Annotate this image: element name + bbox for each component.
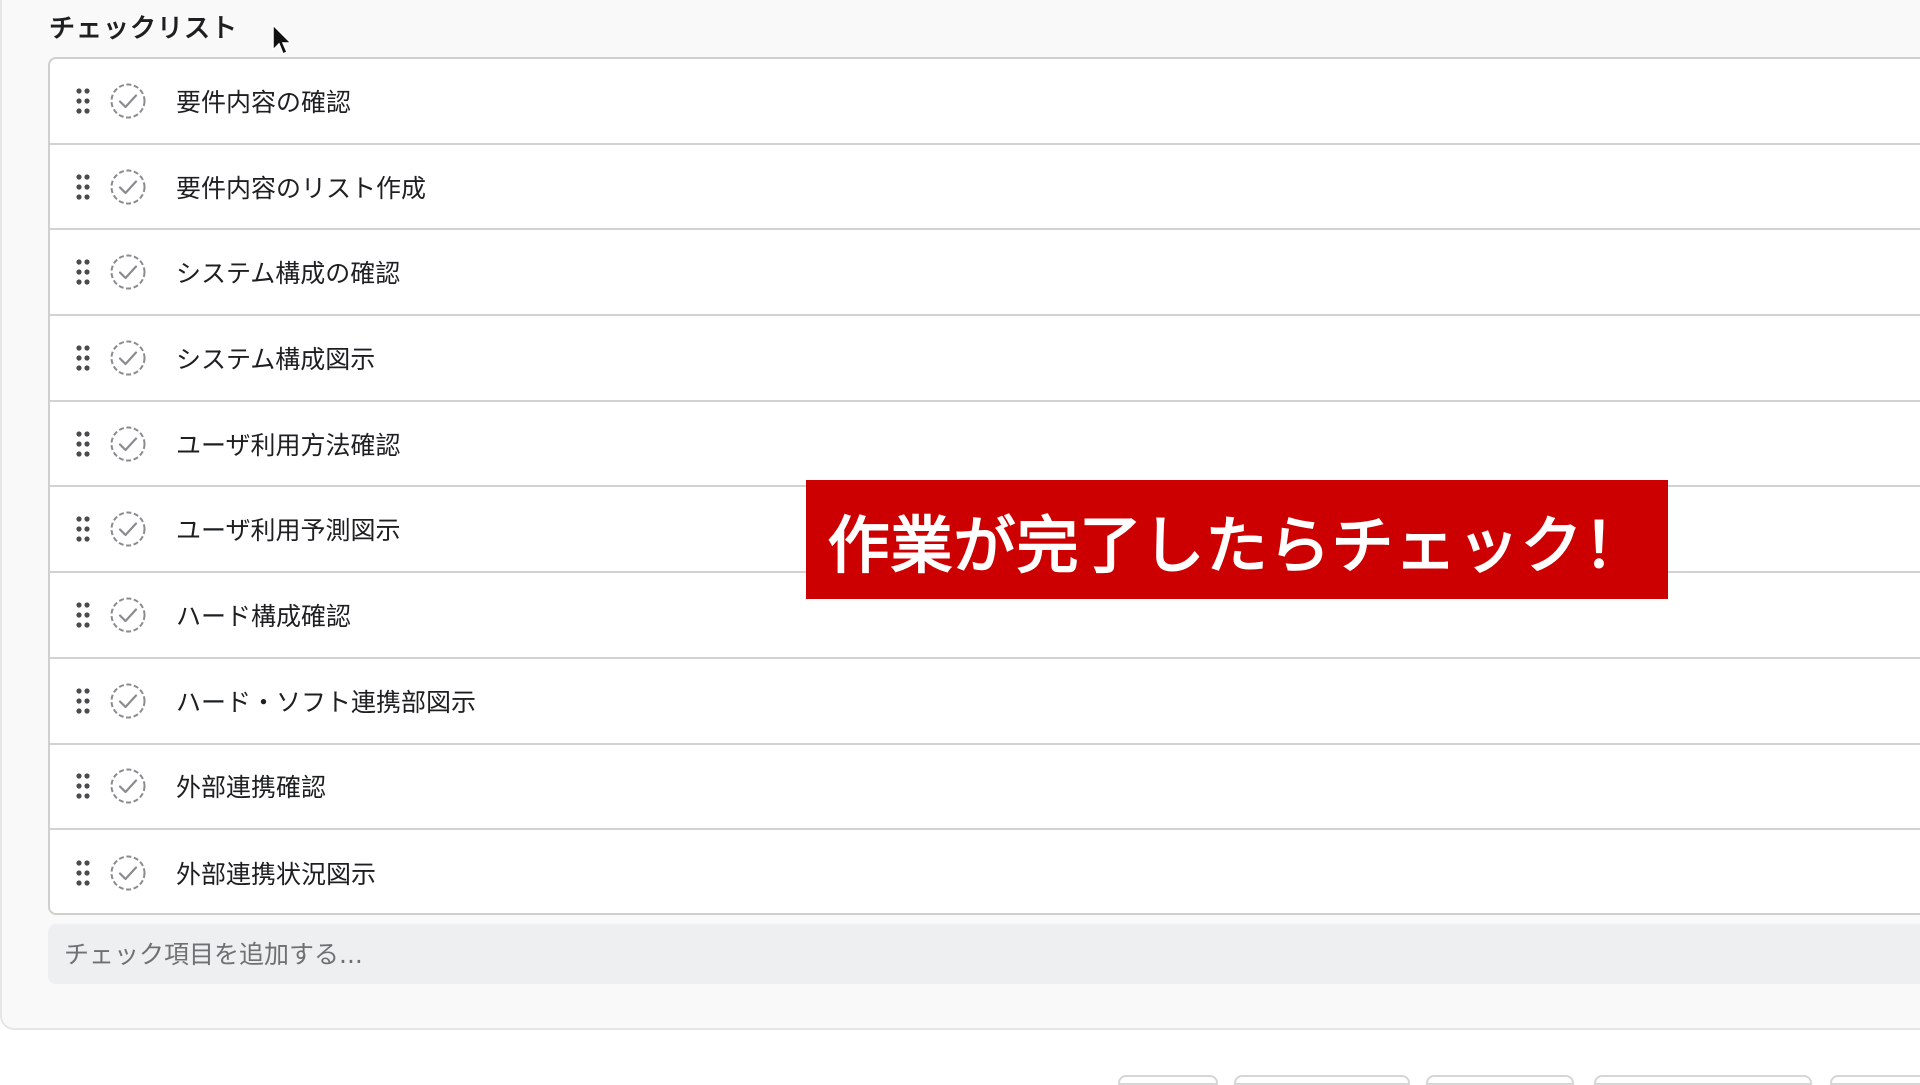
checklist-item-label: 外部連携状況図示	[176, 860, 377, 890]
check-circle-icon[interactable]	[109, 253, 147, 291]
checklist-item[interactable]: 要件内容の確認	[50, 59, 1920, 145]
drag-handle-icon[interactable]	[75, 430, 91, 457]
checklist-item-label: 外部連携確認	[176, 773, 327, 803]
checklist-item[interactable]: システム構成図示	[50, 316, 1920, 402]
checklist-item-label: 要件内容のリスト作成	[176, 173, 427, 203]
check-circle-icon[interactable]	[109, 854, 147, 892]
checklist-title: チェックリスト	[49, 14, 239, 44]
checklist-item-label: システム構成の確認	[176, 259, 401, 289]
checklist-item[interactable]: 外部連携状況図示	[50, 830, 1920, 916]
drag-handle-icon[interactable]	[75, 860, 91, 886]
check-circle-icon[interactable]	[109, 425, 147, 463]
drag-handle-icon[interactable]	[75, 516, 91, 542]
bottom-button[interactable]	[1118, 1075, 1218, 1085]
check-circle-icon[interactable]	[109, 82, 147, 120]
check-circle-icon[interactable]	[109, 596, 147, 634]
drag-handle-icon[interactable]	[75, 259, 91, 285]
check-circle-icon[interactable]	[109, 767, 147, 805]
bottom-button-row	[0, 1075, 1920, 1085]
bottom-button[interactable]	[1830, 1075, 1920, 1085]
check-circle-icon[interactable]	[109, 168, 147, 206]
check-circle-icon[interactable]	[109, 510, 147, 548]
checklist-item[interactable]: システム構成の確認	[50, 230, 1920, 317]
drag-handle-icon[interactable]	[75, 173, 91, 200]
checklist-item[interactable]: 外部連携確認	[50, 745, 1920, 831]
check-circle-icon[interactable]	[109, 682, 147, 720]
checklist-item-label: ユーザ利用方法確認	[176, 430, 401, 460]
caption-text: 作業が完了したらチェック！	[827, 508, 1647, 582]
mouse-cursor-icon	[272, 23, 293, 56]
checklist-item[interactable]: ユーザ利用方法確認	[50, 402, 1920, 488]
drag-handle-icon[interactable]	[75, 773, 91, 799]
drag-handle-icon[interactable]	[75, 602, 91, 628]
drag-handle-icon[interactable]	[75, 688, 91, 714]
bottom-button[interactable]	[1234, 1075, 1410, 1085]
checklist-item[interactable]: ハード・ソフト連携部図示	[50, 659, 1920, 745]
checklist-item-label: 要件内容の確認	[176, 87, 352, 117]
add-checklist-item-input[interactable]	[48, 924, 1920, 984]
drag-handle-icon[interactable]	[75, 345, 91, 371]
check-circle-icon[interactable]	[109, 339, 147, 377]
checklist-item-label: ハード構成確認	[176, 601, 352, 631]
checklist-item[interactable]: 要件内容のリスト作成	[50, 145, 1920, 231]
checklist-item-label: システム構成図示	[176, 344, 376, 374]
bottom-button[interactable]	[1426, 1075, 1574, 1085]
checklist-item-label: ハード・ソフト連携部図示	[176, 687, 477, 717]
caption-banner: 作業が完了したらチェック！	[806, 480, 1668, 599]
bottom-button[interactable]	[1594, 1075, 1812, 1085]
drag-handle-icon[interactable]	[75, 88, 91, 114]
checklist-item-label: ユーザ利用予測図示	[176, 516, 401, 546]
